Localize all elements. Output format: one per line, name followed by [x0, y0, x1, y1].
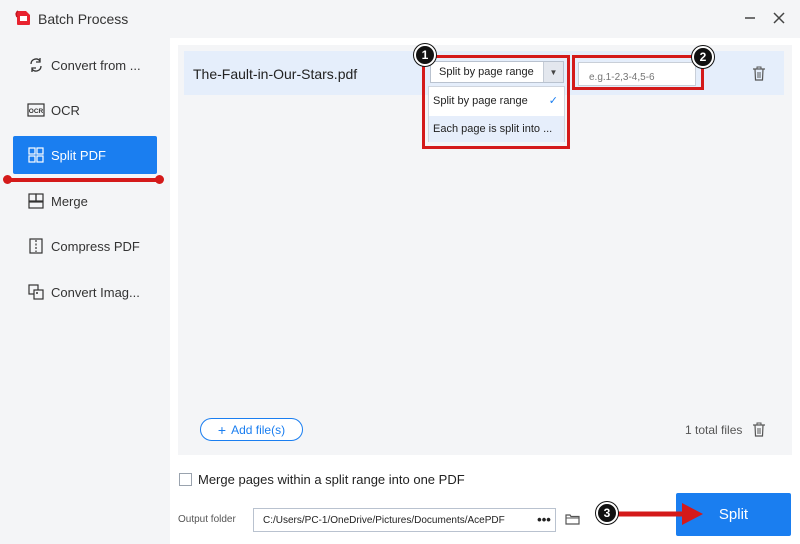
convert-icon — [27, 56, 45, 74]
sidebar-item-label: OCR — [51, 102, 80, 118]
merge-checkbox-label: Merge pages within a split range into on… — [198, 472, 465, 487]
total-files-count: 1 total files — [685, 423, 743, 437]
sidebar-item-label: Merge — [51, 193, 88, 209]
sidebar-item-label: Compress PDF — [51, 238, 140, 254]
minimize-icon[interactable] — [740, 8, 760, 28]
sidebar-item-convert-from[interactable]: Convert from ... — [13, 46, 157, 84]
sidebar-item-label: Split PDF — [51, 147, 106, 163]
sidebar-item-label: Convert Imag... — [51, 284, 140, 300]
sidebar-item-merge[interactable]: Merge — [13, 182, 157, 220]
annotation-box-split-mode — [422, 55, 570, 149]
convert-image-icon — [27, 283, 45, 301]
sidebar-item-label: Convert from ... — [51, 57, 141, 73]
output-folder-label: Output folder — [178, 514, 236, 525]
arrow-annotation-icon — [616, 503, 703, 525]
sidebar-item-compress[interactable]: Compress PDF — [13, 227, 157, 265]
title-bar: Batch Process — [0, 0, 800, 38]
merge-checkbox[interactable] — [179, 473, 192, 486]
app-logo-icon — [15, 10, 30, 25]
underline-dot-left — [3, 175, 12, 184]
add-files-button[interactable]: + Add file(s) — [200, 418, 303, 441]
browse-button[interactable]: ••• — [534, 508, 554, 530]
annotation-box-range — [572, 55, 704, 90]
plus-icon: + — [217, 421, 227, 438]
sidebar-item-split-pdf[interactable]: Split PDF — [13, 136, 157, 174]
folder-icon[interactable] — [565, 513, 580, 525]
step-badge: 1 — [414, 44, 436, 66]
ocr-icon: OCR — [27, 101, 45, 119]
file-name: The-Fault-in-Our-Stars.pdf — [193, 66, 358, 82]
sidebar-item-ocr[interactable]: OCR OCR — [13, 91, 157, 129]
step-badge: 2 — [692, 46, 714, 68]
window-title: Batch Process — [38, 11, 129, 27]
merge-icon — [27, 192, 45, 210]
sidebar-item-convert-image[interactable]: Convert Imag... — [13, 273, 157, 311]
compress-icon — [27, 237, 45, 255]
trash-icon[interactable] — [752, 422, 766, 438]
step-badge: 3 — [596, 502, 618, 524]
close-icon[interactable] — [769, 8, 789, 28]
output-path-field[interactable]: C:/Users/PC-1/OneDrive/Pictures/Document… — [253, 508, 556, 532]
svg-text:OCR: OCR — [29, 108, 44, 115]
split-icon — [27, 146, 45, 164]
trash-icon[interactable] — [752, 66, 766, 82]
